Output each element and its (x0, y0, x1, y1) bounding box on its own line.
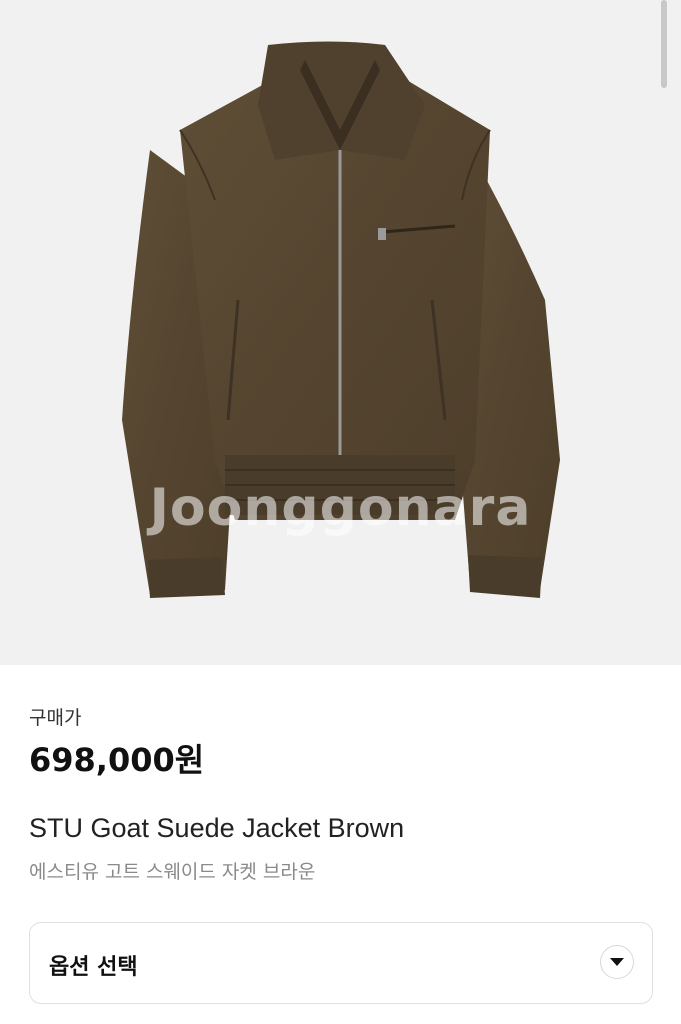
price-label: 구매가 (29, 707, 82, 729)
watermark: Joonggonara (149, 478, 532, 538)
option-select-dropdown[interactable]: 옵션 선택 (29, 922, 653, 1004)
product-image[interactable]: Joonggonara (0, 0, 681, 665)
option-select-label: 옵션 선택 (49, 955, 138, 980)
product-subtitle: 에스티유 고트 스웨이드 자켓 브라운 (29, 861, 316, 883)
jacket-photo (122, 41, 560, 598)
scrollbar[interactable] (661, 0, 667, 88)
product-title: STU Goat Suede Jacket Brown (29, 813, 405, 843)
chevron-down-icon[interactable] (600, 945, 634, 979)
price: 698,000원 (29, 741, 205, 779)
